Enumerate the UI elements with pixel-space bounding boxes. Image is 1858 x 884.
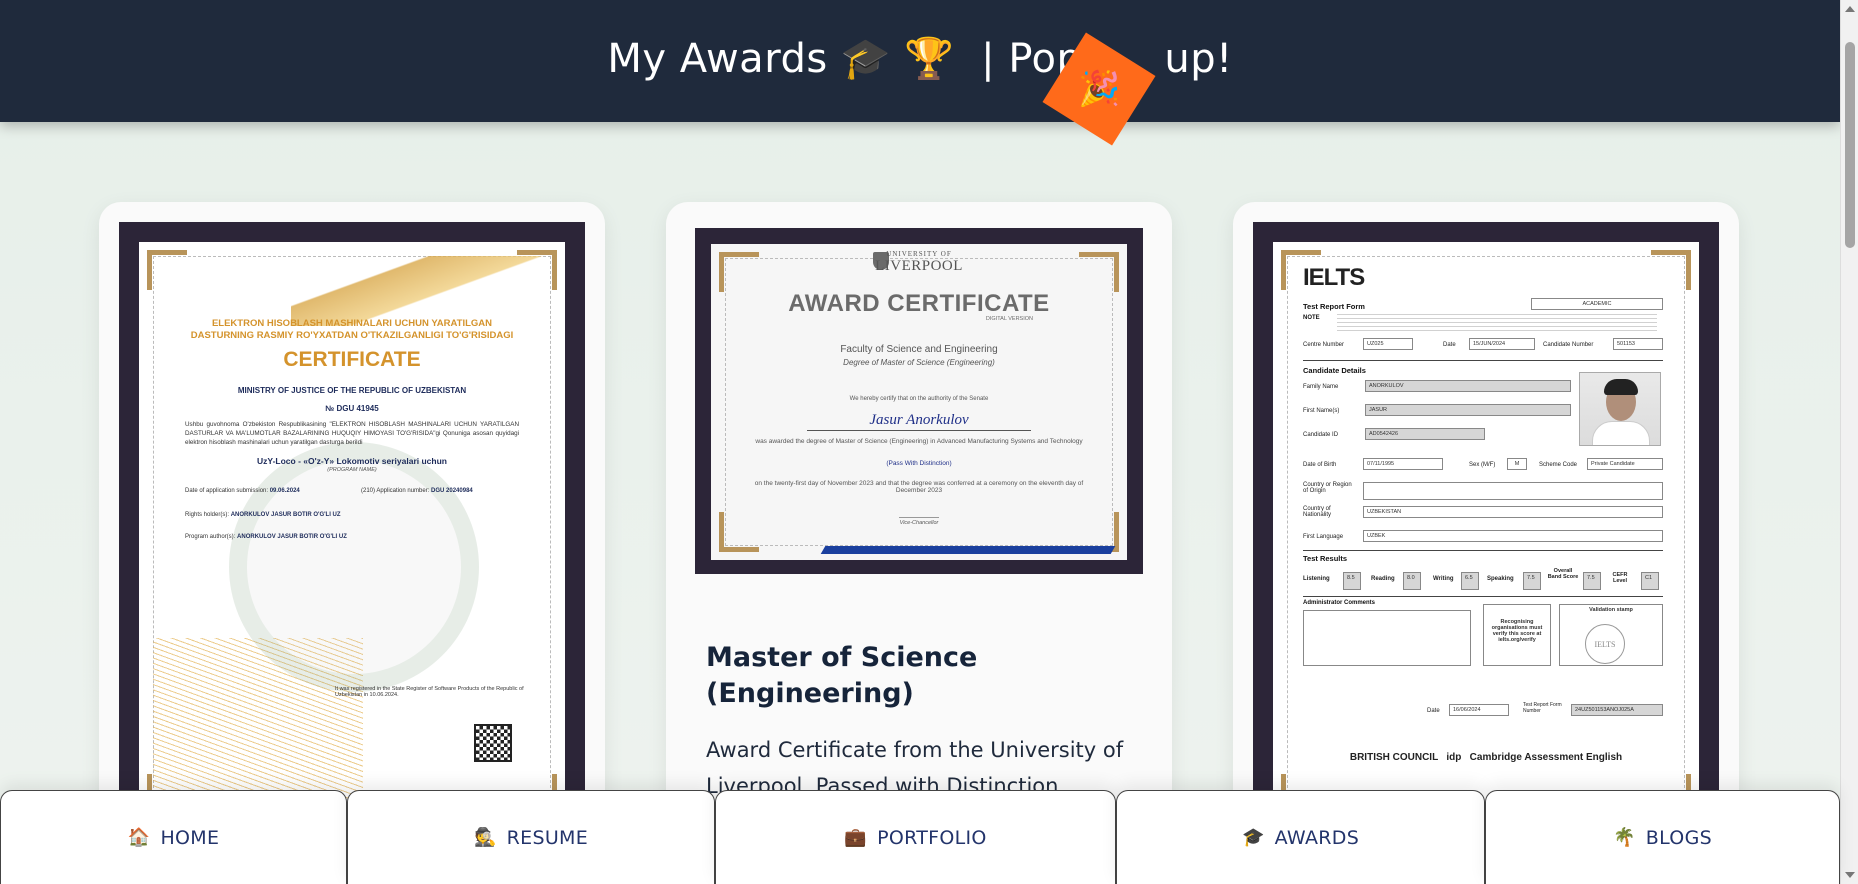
nav-label: BLOGS [1645,826,1712,849]
nav-label: RESUME [506,826,589,849]
certificate-title: CERTIFICATE [283,348,421,371]
award-card-uz-software[interactable]: ELEKTRON HISOBLASH MASHINALARI UCHUN YAR… [99,202,605,884]
gold-wave-decoration [291,256,551,326]
program-name: UzY-Loco - «O'z-Y» Lokomotiv seriyalari … [256,456,447,466]
nav-label: PORTFOLIO [877,826,987,849]
card-title: Master of Science (Engineering) [706,642,978,709]
ielts-stamp: IELTS [1585,624,1625,664]
partner-logos: BRITISH COUNCIL idp Cambridge Assessment… [1349,752,1623,763]
award-card-ielts[interactable]: IELTS Test Report Form ACADEMIC NOTE Cen… [1233,202,1739,884]
certificate-image[interactable]: ELEKTRON HISOBLASH MASHINALARI UCHUN YAR… [119,222,585,822]
page-title: My Awards 🎓 🏆 | Pop [607,35,1083,82]
certificate-image[interactable]: IELTS Test Report Form ACADEMIC NOTE Cen… [1253,222,1719,822]
home-icon: 🏠 [127,827,151,848]
nav-resume[interactable]: 🕵️ RESUME [347,790,715,884]
certificate-image[interactable]: UNIVERSITY OF LIVERPOOL AWARD CERTIFICAT… [695,228,1143,574]
candidate-photo [1579,372,1661,446]
certificate-number: № DGU 41945 [325,404,379,413]
scroll-up-icon[interactable] [1845,6,1855,12]
ielts-logo: IELTS [1303,264,1365,291]
scroll-down-icon[interactable] [1845,872,1855,878]
signature [899,500,939,518]
certificate-body: Ushbu guvohnoma O'zbekiston Respublikasi… [185,421,519,446]
award-card-liverpool[interactable]: UNIVERSITY OF LIVERPOOL AWARD CERTIFICAT… [666,202,1172,884]
bottom-nav: 🏠 HOME 🕵️ RESUME 💼 PORTFOLIO 🎓 AWARDS 🌴 … [0,790,1840,884]
detective-icon: 🕵️ [473,827,497,848]
certificate-header: ELEKTRON HISOBLASH MASHINALARI UCHUN YAR… [190,318,514,341]
graduation-cap-icon: 🎓 [1241,827,1265,848]
vertical-scrollbar[interactable] [1840,0,1858,884]
scroll-thumb[interactable] [1845,42,1855,248]
nav-label: HOME [160,826,220,849]
nav-home[interactable]: 🏠 HOME [0,790,347,884]
university-logo: UNIVERSITY OF LIVERPOOL [875,250,963,274]
recipient-name: Jasur Anorkulov [869,412,969,428]
page-title-end: up! [1164,35,1233,82]
palm-tree-icon: 🌴 [1613,827,1636,848]
state-emblem-watermark [229,442,479,692]
nav-awards[interactable]: 🎓 AWARDS [1116,790,1485,884]
page-header: My Awards 🎓 🏆 | Pop up! [0,0,1840,122]
briefcase-icon: 💼 [844,827,868,848]
nav-blogs[interactable]: 🌴 BLOGS [1485,790,1840,884]
nav-label: AWARDS [1274,826,1360,849]
ministry-line: MINISTRY OF JUSTICE OF THE REPUBLIC OF U… [237,386,467,395]
certificate-title: AWARD CERTIFICATE [788,290,1050,317]
registered-note: It was registered in the State Register … [335,686,524,698]
nav-portfolio[interactable]: 💼 PORTFOLIO [715,790,1116,884]
qr-code [474,724,512,762]
